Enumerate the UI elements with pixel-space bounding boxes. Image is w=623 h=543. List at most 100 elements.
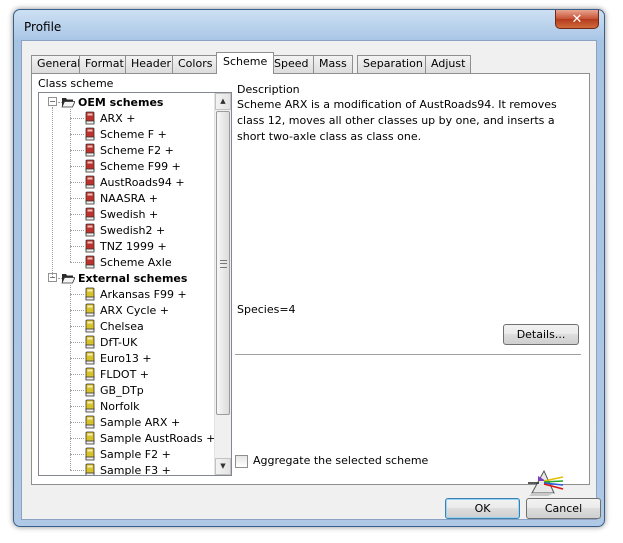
tree-item[interactable]: Norfolk xyxy=(83,398,140,414)
tree-item-label: TNZ 1999 + xyxy=(100,239,167,253)
tree-item[interactable]: Chelsea xyxy=(83,318,144,334)
arrow-up-icon: ▲ xyxy=(220,97,226,105)
tree-connector xyxy=(70,358,84,359)
description-label: Description xyxy=(237,83,300,96)
close-icon: ✕ xyxy=(571,11,583,27)
tab-separation[interactable]: Separation xyxy=(357,55,429,73)
red-book-icon xyxy=(85,207,95,221)
tree-item[interactable]: Sample F3 + xyxy=(83,462,171,475)
close-button[interactable]: ✕ xyxy=(555,10,599,29)
details-button[interactable]: Details... xyxy=(503,324,579,345)
tree-item-label: Arkansas F99 + xyxy=(100,287,187,301)
yellow-book-icon xyxy=(85,351,95,365)
yellow-book-icon xyxy=(85,303,95,317)
tree-item[interactable]: Scheme F99 + xyxy=(83,158,181,174)
tree-item[interactable]: Euro13 + xyxy=(83,350,152,366)
tree-item-label: Scheme F99 + xyxy=(100,159,181,173)
tree-item-label: Scheme F + xyxy=(100,127,167,141)
scroll-down-button[interactable]: ▼ xyxy=(215,458,231,475)
tab-header[interactable]: Header xyxy=(125,55,178,73)
tree-item-label: Sample ARX + xyxy=(100,415,181,429)
tree-item[interactable]: Scheme Axle xyxy=(83,254,172,270)
tree-connector xyxy=(70,262,84,263)
divider xyxy=(235,354,581,356)
tab-format[interactable]: Format xyxy=(79,55,130,73)
tree-item-label: GB_DTp xyxy=(100,383,144,397)
tab-mass[interactable]: Mass xyxy=(313,55,353,73)
tab-scheme[interactable]: Scheme xyxy=(216,52,275,74)
yellow-book-icon xyxy=(85,415,95,429)
tree-connector xyxy=(70,422,84,423)
tree-item-label: NAASRA + xyxy=(100,191,159,205)
title-bar[interactable]: Profile ✕ xyxy=(14,10,604,40)
tree-connector xyxy=(70,166,84,167)
aggregate-checkbox[interactable] xyxy=(235,455,248,468)
tree-item[interactable]: Scheme F + xyxy=(83,126,167,142)
tree-item[interactable]: TNZ 1999 + xyxy=(83,238,167,254)
tree-connector xyxy=(70,406,84,407)
arrow-down-icon: ▼ xyxy=(220,462,226,470)
tree-item-label: Scheme F2 + xyxy=(100,143,174,157)
tree-item[interactable]: Sample AustRoads + xyxy=(83,430,215,446)
tree-connector xyxy=(70,285,71,470)
tree-connector xyxy=(70,230,84,231)
tree-item-label: FLDOT + xyxy=(100,367,150,381)
tree-item[interactable]: Sample ARX + xyxy=(83,414,180,430)
cancel-button[interactable]: Cancel xyxy=(526,498,601,519)
tree-connector xyxy=(70,342,84,343)
tree-item[interactable]: Swedish + xyxy=(83,206,158,222)
ok-button[interactable]: OK xyxy=(445,498,520,519)
tree-item-label: Swedish2 + xyxy=(100,223,166,237)
tree-item-label: Scheme Axle xyxy=(100,255,172,269)
tree-connector xyxy=(70,454,84,455)
tree-item-label: Chelsea xyxy=(100,319,144,333)
aggregate-label[interactable]: Aggregate the selected scheme xyxy=(253,454,428,467)
tree-item[interactable]: Sample F2 + xyxy=(83,446,171,462)
tree-group[interactable]: OEM schemes xyxy=(61,94,163,110)
dialog-client-area: General Format Header Colors Scheme Spee… xyxy=(21,40,601,520)
tree-item[interactable]: ARX Cycle + xyxy=(83,302,169,318)
tree-connector xyxy=(70,374,84,375)
red-book-icon xyxy=(85,191,95,205)
tree-item[interactable]: NAASRA + xyxy=(83,190,158,206)
tree-item-label: Swedish + xyxy=(100,207,159,221)
tree-connector xyxy=(70,150,84,151)
tree-item[interactable]: FLDOT + xyxy=(83,366,149,382)
red-book-icon xyxy=(85,111,95,125)
tab-colors[interactable]: Colors xyxy=(172,55,219,73)
tree-item[interactable]: Scheme F2 + xyxy=(83,142,174,158)
tree-item[interactable]: Swedish2 + xyxy=(83,222,165,238)
open-folder-icon xyxy=(61,274,75,284)
yellow-book-icon xyxy=(85,463,95,475)
yellow-book-icon xyxy=(85,335,95,349)
tree-connector xyxy=(70,326,84,327)
collapse-icon[interactable]: − xyxy=(48,97,57,106)
tree-item[interactable]: ARX + xyxy=(83,110,135,126)
tree-connector xyxy=(70,310,84,311)
class-scheme-tree[interactable]: − OEM schemes ARX + Scheme F + Scheme F2 + Sc… xyxy=(38,92,232,476)
red-book-icon xyxy=(85,175,95,189)
tab-speed[interactable]: Speed xyxy=(268,55,315,73)
prism-logo-icon xyxy=(528,469,564,496)
tree-item[interactable]: Arkansas F99 + xyxy=(83,286,187,302)
tree-item[interactable]: AustRoads94 + xyxy=(83,174,185,190)
tab-adjust[interactable]: Adjust xyxy=(425,55,472,73)
tree-item-label: Euro13 + xyxy=(100,351,152,365)
tree-item[interactable]: GB_DTp xyxy=(83,382,144,398)
profile-dialog: Profile ✕ General Format Header Colors S… xyxy=(13,9,605,527)
window-title: Profile xyxy=(24,20,62,34)
scroll-thumb[interactable] xyxy=(216,111,230,415)
tree-connector xyxy=(70,470,84,471)
tree-item[interactable]: DfT-UK xyxy=(83,334,137,350)
scroll-up-button[interactable]: ▲ xyxy=(215,93,231,110)
tree-group[interactable]: External schemes xyxy=(61,270,187,286)
tree-connector xyxy=(70,182,84,183)
open-folder-icon xyxy=(61,98,75,108)
tree-connector xyxy=(52,107,53,277)
tree-group-label: OEM schemes xyxy=(78,95,164,109)
tree-connector xyxy=(70,134,84,135)
tree-connector xyxy=(70,438,84,439)
tree-scrollbar[interactable]: ▲ ▼ xyxy=(214,93,231,475)
tree-item-label: Norfolk xyxy=(100,399,140,413)
tree-connector xyxy=(70,390,84,391)
